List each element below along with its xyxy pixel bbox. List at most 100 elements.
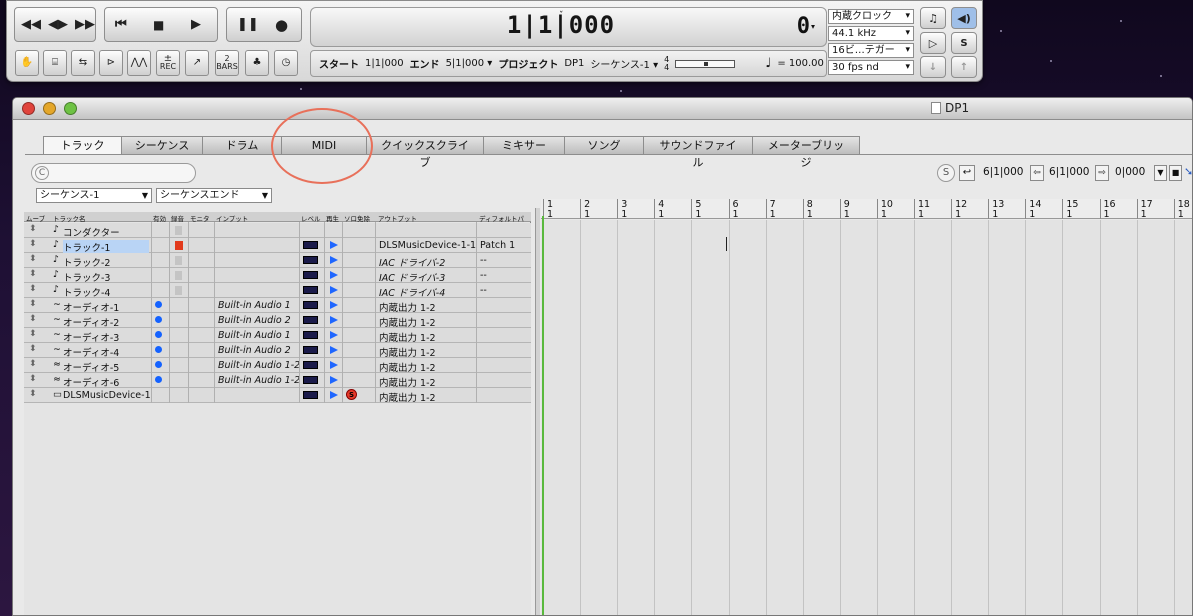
play-enable-icon[interactable] [330,256,338,264]
loop-start[interactable]: 6|1|000 [983,166,1023,178]
record-arm-icon[interactable] [175,271,182,280]
move-handle-icon[interactable]: ⬍ [29,374,37,384]
tab-7[interactable]: サウンドファイル [643,136,753,169]
record-arm-icon[interactable] [175,241,183,250]
track-output[interactable]: DLSMusicDevice-1-1 [379,240,476,251]
splitter-handle[interactable] [535,208,540,615]
track-output[interactable]: IAC ドライバ-3 [379,270,445,284]
track-output[interactable]: 内蔵出力 1-2 [379,330,436,344]
track-output[interactable]: 内蔵出力 1-2 [379,345,436,359]
up-button[interactable]: ↑ [951,56,977,78]
title-bar[interactable]: DP1 [13,98,1192,120]
track-name[interactable]: トラック-1 [63,240,149,254]
table-row[interactable]: ⬍ ≈ オーディオ-5 Built-in Audio 1-2 内蔵出力 1-2 [24,358,531,374]
tool-pencil-icon[interactable]: ↗ [185,50,209,76]
punch-button[interactable]: ▷ [920,32,946,54]
enable-dot[interactable] [155,301,162,308]
move-handle-icon[interactable]: ⬍ [29,254,37,264]
track-output[interactable]: 内蔵出力 1-2 [379,390,436,404]
move-handle-icon[interactable]: ⬍ [29,299,37,309]
move-handle-icon[interactable]: ⬍ [29,224,37,234]
table-row[interactable]: ⬍ ▭ DLSMusicDevice-1 S 内蔵出力 1-2 [24,388,531,404]
tempo-slider[interactable] [675,59,736,68]
tool-step-icon[interactable]: ⊳ [99,50,123,76]
play-enable-icon[interactable] [330,271,338,279]
clock-source-select[interactable]: 内蔵クロック [828,9,914,24]
tool-clock-icon[interactable]: ◷ [274,50,298,76]
pointer-icon[interactable]: ➘ [1184,165,1192,181]
track-output[interactable]: 内蔵出力 1-2 [379,375,436,389]
start-value[interactable]: 1|1|000 [365,58,404,69]
play-enable-icon[interactable] [330,361,338,369]
table-row[interactable]: ⬍ ∼ オーディオ-2 Built-in Audio 2 内蔵出力 1-2 [24,313,531,329]
counter-dropdown-icon[interactable]: ˇ [559,11,564,21]
record-arm-icon[interactable] [175,226,182,235]
track-name[interactable]: オーディオ-3 [63,330,119,344]
search-input[interactable]: C [31,163,196,183]
track-output[interactable]: 内蔵出力 1-2 [379,315,436,329]
arrow-left-icon[interactable]: ⇦ [1030,165,1044,181]
track-name[interactable]: オーディオ-2 [63,315,119,329]
tab-8[interactable]: メーターブリッジ [752,136,860,169]
table-row[interactable]: ⬍ ≈ オーディオ-6 Built-in Audio 1-2 内蔵出力 1-2 [24,373,531,389]
track-name[interactable]: DLSMusicDevice-1 [63,390,151,401]
offset-value[interactable]: 0|000 [1115,166,1145,178]
track-output[interactable]: IAC ドライバ-2 [379,255,445,269]
play-enable-icon[interactable] [330,286,338,294]
track-patch[interactable]: -- [480,270,487,281]
tab-0[interactable]: トラック [43,136,122,155]
enable-dot[interactable] [155,376,162,383]
solo-button[interactable]: S [951,32,977,54]
track-input[interactable]: Built-in Audio 1 [218,300,291,311]
track-patch[interactable]: -- [480,285,487,296]
move-handle-icon[interactable]: ⬍ [29,359,37,369]
move-handle-icon[interactable]: ⬍ [29,314,37,324]
stop-icon[interactable]: ■ [153,18,164,32]
sample-rate-select[interactable]: 44.1 kHz [828,26,914,41]
enable-dot[interactable] [155,346,162,353]
track-name[interactable]: オーディオ-1 [63,300,119,314]
stop-square-icon[interactable]: ■ [1169,165,1182,181]
tool-wave-icon[interactable]: ⋀⋀ [127,50,151,76]
enable-dot[interactable] [155,361,162,368]
offset-dropdown-icon[interactable]: ▼ [1154,165,1167,181]
tool-swap-icon[interactable]: ⇆ [71,50,95,76]
main-counter[interactable]: 1|1|000 ˇ 0▾ [310,7,827,47]
track-patch[interactable]: -- [480,255,487,266]
tool-loop-icon[interactable]: ⌸ [43,50,67,76]
tool-metronome-icon[interactable]: ♣ [245,50,269,76]
move-handle-icon[interactable]: ⬍ [29,284,37,294]
rewind-fast-icon[interactable]: ◀◀ [21,17,41,32]
time-signature[interactable]: 44 [664,55,669,72]
play-enable-icon[interactable] [330,391,338,399]
table-row[interactable]: ⬍ ♪ トラック-1 DLSMusicDevice-1-1 Patch 1 [24,238,531,254]
timeline-area[interactable] [541,220,1192,615]
tab-4[interactable]: クイックスクライブ [366,136,484,169]
tool-bars-icon[interactable]: 2 BARS [215,50,239,76]
timeline-ruler[interactable]: 1 1 2 1 3 1 4 1 5 1 6 1 7 1 8 1 9 1 10 1 11 1 12 1 13 1 14 1 15 1 16 1 1… [541,199,1192,220]
track-name[interactable]: オーディオ-5 [63,360,119,374]
tab-1[interactable]: シーケンス [121,136,203,154]
enable-dot[interactable] [155,316,162,323]
sequence-end-select[interactable]: シーケンスエンド [156,188,272,203]
track-name[interactable]: オーディオ-4 [63,345,119,359]
enable-dot[interactable] [155,331,162,338]
track-name[interactable]: トラック-3 [63,270,110,284]
move-handle-icon[interactable]: ⬍ [29,239,37,249]
play-enable-icon[interactable] [330,331,338,339]
arrow-right-icon[interactable]: ⇨ [1095,165,1109,181]
record-arm-icon[interactable] [175,256,182,265]
play-enable-icon[interactable] [330,301,338,309]
track-name[interactable]: オーディオ-6 [63,375,119,389]
forward-fast-icon[interactable]: ▶▶ [75,17,95,32]
play-enable-icon[interactable] [330,376,338,384]
tool-rec-icon[interactable]: ± REC [156,50,180,76]
move-handle-icon[interactable]: ⬍ [29,389,37,399]
table-row[interactable]: ⬍ ∼ オーディオ-1 Built-in Audio 1 内蔵出力 1-2 [24,298,531,314]
play-enable-icon[interactable] [330,346,338,354]
move-handle-icon[interactable]: ⬍ [29,344,37,354]
down-button[interactable]: ↓ [920,56,946,78]
s-toggle[interactable]: S [937,164,955,182]
move-handle-icon[interactable]: ⬍ [29,329,37,339]
tempo-value[interactable]: = 100.00 [777,58,824,69]
